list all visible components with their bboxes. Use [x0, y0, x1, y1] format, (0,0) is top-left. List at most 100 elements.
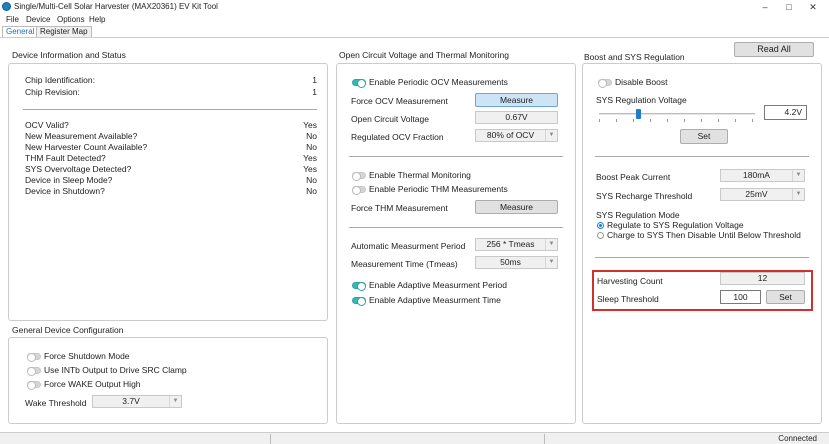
mode-regulate-label: Regulate to SYS Regulation Voltage: [607, 220, 744, 230]
mode-regulate-radio[interactable]: [597, 222, 604, 229]
slider-thumb[interactable]: [636, 109, 641, 119]
sleep-label: Sleep Threshold: [597, 294, 659, 304]
meas-time-select[interactable]: 50ms ▼: [475, 256, 558, 269]
force-wake-toggle[interactable]: [27, 381, 41, 390]
status-value: No: [306, 131, 317, 141]
ocv-value: 0.67V: [475, 111, 558, 124]
divider: [23, 109, 317, 110]
maximize-button[interactable]: □: [779, 1, 799, 13]
sleep-threshold-input[interactable]: 100: [720, 290, 761, 304]
ocv-label: Open Circuit Voltage: [351, 114, 429, 124]
status-value: Yes: [303, 153, 317, 163]
status-label: New Measurement Available?: [25, 131, 138, 141]
general-tab-content: Device Information and Status Chip Ident…: [0, 37, 829, 432]
boost-title: Boost and SYS Regulation: [584, 52, 685, 62]
close-button[interactable]: ✕: [803, 1, 823, 13]
recharge-select[interactable]: 25mV ▼: [720, 188, 805, 201]
wake-threshold-label: Wake Threshold: [25, 398, 87, 408]
device-info-panel: Chip Identification: 1 Chip Revision: 1 …: [8, 63, 328, 321]
status-bar: Connected: [0, 432, 829, 444]
wake-threshold-value: 3.7V: [122, 396, 140, 406]
harvest-value: 12: [720, 272, 805, 285]
tab-bar: General Register Map: [0, 25, 829, 37]
measure-thm-button[interactable]: Measure: [475, 200, 558, 214]
sys-reg-input[interactable]: 4.2V: [764, 105, 807, 120]
adaptive-period-label: Enable Adaptive Measurment Period: [369, 280, 507, 290]
status-label: Device in Sleep Mode?: [25, 175, 113, 185]
force-ocv-label: Force OCV Measurement: [351, 96, 448, 106]
menu-help[interactable]: Help: [89, 14, 105, 25]
status-divider: [544, 434, 545, 444]
adaptive-time-label: Enable Adaptive Measurment Time: [369, 295, 501, 305]
chip-rev-value: 1: [312, 87, 317, 97]
peak-current-value: 180mA: [743, 170, 770, 180]
device-info-title: Device Information and Status: [12, 50, 126, 60]
title-bar: Single/Multi-Cell Solar Harvester (MAX20…: [0, 0, 829, 14]
auto-period-value: 256 * Tmeas: [486, 239, 535, 249]
status-label: SYS Overvoltage Detected?: [25, 164, 132, 174]
boost-panel: Disable Boost SYS Regulation Voltage 4.2…: [582, 63, 822, 424]
meas-time-value: 50ms: [500, 257, 521, 267]
disable-boost-toggle[interactable]: [598, 79, 612, 88]
reg-ocv-select[interactable]: 80% of OCV ▼: [475, 129, 558, 142]
tab-register-map[interactable]: Register Map: [36, 26, 92, 37]
connection-status: Connected: [778, 434, 817, 443]
divider: [349, 156, 563, 157]
status-label: New Harvester Count Available?: [25, 142, 148, 152]
periodic-thm-label: Enable Periodic THM Measurements: [369, 184, 508, 194]
mode-charge-radio[interactable]: [597, 232, 604, 239]
status-value: No: [306, 175, 317, 185]
periodic-ocv-toggle[interactable]: [352, 79, 366, 88]
sys-reg-slider[interactable]: [599, 109, 755, 119]
intb-toggle[interactable]: [27, 367, 41, 376]
harvest-label: Harvesting Count: [597, 276, 663, 286]
menu-options[interactable]: Options: [57, 14, 85, 25]
force-shutdown-toggle[interactable]: [27, 353, 41, 362]
adaptive-time-toggle[interactable]: [352, 297, 366, 306]
sys-reg-label: SYS Regulation Voltage: [596, 95, 687, 105]
recharge-label: SYS Recharge Threshold: [596, 191, 693, 201]
chip-rev-label: Chip Revision:: [25, 87, 80, 97]
menu-device[interactable]: Device: [26, 14, 50, 25]
status-value: Yes: [303, 120, 317, 130]
recharge-value: 25mV: [745, 189, 768, 199]
adaptive-period-toggle[interactable]: [352, 282, 366, 291]
auto-period-label: Automatic Measurment Period: [351, 241, 466, 251]
chevron-down-icon: ▼: [545, 257, 557, 268]
status-label: THM Fault Detected?: [25, 153, 106, 163]
wake-threshold-select[interactable]: 3.7V ▼: [92, 395, 182, 408]
intb-label: Use INTb Output to Drive SRC Clamp: [44, 365, 187, 375]
mode-label: SYS Regulation Mode: [596, 210, 680, 220]
sleep-set-button[interactable]: Set: [766, 290, 805, 304]
slider-ticks: [599, 119, 755, 122]
status-value: Yes: [303, 164, 317, 174]
periodic-thm-toggle[interactable]: [352, 186, 366, 195]
tab-general[interactable]: General: [2, 26, 39, 37]
chevron-down-icon: ▼: [792, 189, 804, 200]
peak-current-label: Boost Peak Current: [596, 172, 671, 182]
disable-boost-label: Disable Boost: [615, 77, 668, 87]
read-all-button[interactable]: Read All: [734, 42, 814, 57]
divider: [595, 156, 809, 157]
mode-charge-label: Charge to SYS Then Disable Until Below T…: [607, 230, 801, 240]
auto-period-select[interactable]: 256 * Tmeas ▼: [475, 238, 558, 251]
status-label: OCV Valid?: [25, 120, 69, 130]
menu-file[interactable]: File: [6, 14, 19, 25]
chip-id-value: 1: [312, 75, 317, 85]
chevron-down-icon: ▼: [545, 239, 557, 250]
minimize-button[interactable]: –: [755, 1, 775, 13]
divider: [349, 227, 563, 228]
sys-reg-set-button[interactable]: Set: [680, 129, 728, 144]
measure-ocv-button[interactable]: Measure: [475, 93, 558, 107]
peak-current-select[interactable]: 180mA ▼: [720, 169, 805, 182]
general-config-title: General Device Configuration: [12, 325, 124, 335]
ocv-title: Open Circuit Voltage and Thermal Monitor…: [339, 50, 509, 60]
menu-bar: File Device Options Help: [0, 14, 829, 25]
periodic-ocv-label: Enable Periodic OCV Measurements: [369, 77, 508, 87]
status-value: No: [306, 142, 317, 152]
chevron-down-icon: ▼: [545, 130, 557, 141]
thermal-toggle[interactable]: [352, 172, 366, 181]
force-shutdown-label: Force Shutdown Mode: [44, 351, 130, 361]
meas-time-label: Measurement Time (Tmeas): [351, 259, 458, 269]
chevron-down-icon: ▼: [169, 396, 181, 407]
